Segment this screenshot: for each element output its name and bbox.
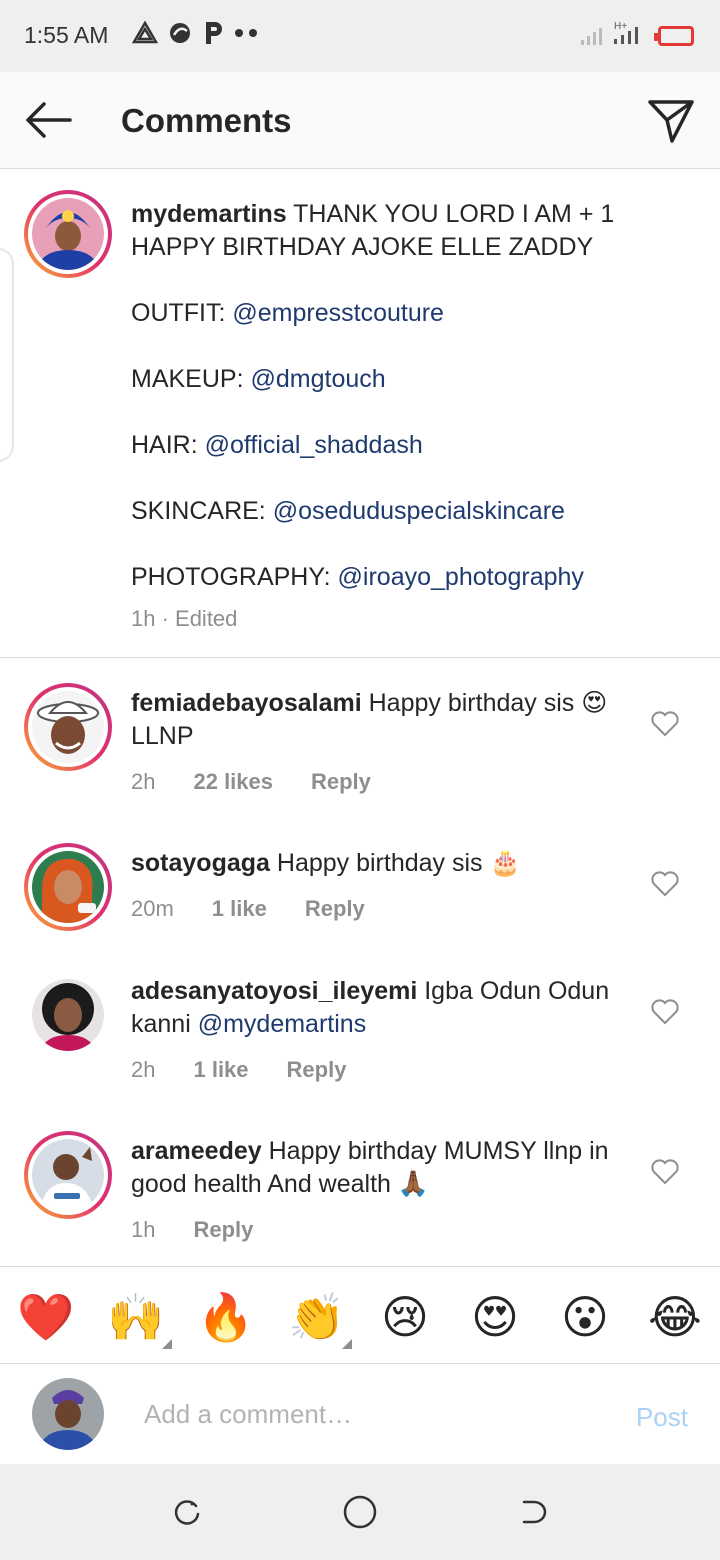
system-nav-bar: [0, 1464, 720, 1560]
skincare-mention[interactable]: @oseduduspecialskincare: [273, 497, 565, 525]
comment-username[interactable]: adesanyatoyosi_ileyemi: [131, 977, 417, 1005]
skin-tone-caret-icon[interactable]: [162, 1339, 172, 1349]
comment-time: 1h: [131, 1217, 156, 1242]
avatar-image: [32, 1378, 104, 1450]
comment-avatar[interactable]: [24, 843, 112, 931]
outfit-mention[interactable]: @empresstcouture: [232, 299, 444, 327]
post-caption: mydemartins THANK YOU LORD I AM + 1 HAPP…: [0, 170, 720, 658]
crying-face-emoji[interactable]: 😢: [377, 1289, 433, 1345]
caption-username[interactable]: mydemartins: [131, 200, 287, 228]
arrow-left-icon: [26, 102, 72, 138]
status-time: 1:55 AM: [24, 22, 109, 48]
reply-button[interactable]: Reply: [311, 769, 371, 795]
comment-mention[interactable]: @mydemartins: [198, 1010, 366, 1038]
swirl-app-icon: [170, 23, 190, 43]
paper-plane-icon: [648, 100, 694, 143]
comment-meta: 2h 1 like Reply: [131, 1057, 346, 1083]
skincare-label: SKINCARE:: [131, 497, 266, 525]
comment-avatar[interactable]: [24, 1131, 112, 1219]
heart-outline-icon[interactable]: [650, 997, 680, 1027]
tears-of-joy-emoji[interactable]: 😂: [647, 1289, 703, 1345]
post-button[interactable]: Post: [636, 1402, 688, 1433]
photography-label: PHOTOGRAPHY:: [131, 563, 331, 591]
battery-low-icon: [654, 26, 694, 46]
comment-text: femiadebayosalami Happy birthday sis 😍 L…: [131, 687, 631, 753]
comment-input[interactable]: [144, 1394, 584, 1434]
comments-header: Comments: [0, 72, 720, 169]
comment-text: arameedey Happy birthday MUMSY llnp in g…: [131, 1135, 631, 1201]
comment-text: sotayogaga Happy birthday sis 🎂: [131, 847, 631, 880]
status-bar: 1:55 AM H+: [0, 0, 720, 72]
heart-outline-icon[interactable]: [650, 709, 680, 739]
comment-meta: 2h 22 likes Reply: [131, 769, 371, 795]
raised-hands-emoji[interactable]: 🙌: [107, 1289, 164, 1345]
caption-timestamp: 1h · Edited: [131, 606, 238, 631]
comment-time: 2h: [131, 769, 156, 794]
page-title: Comments: [121, 102, 292, 139]
comment-username[interactable]: arameedey: [131, 1137, 262, 1165]
emoji-reaction-bar: ❤️ 🙌 🔥 👏 😢 😍 😮 😂: [0, 1266, 720, 1364]
avatar-image: [32, 691, 104, 763]
recents-button[interactable]: [166, 1492, 206, 1532]
comment-meta: 20m 1 like Reply: [131, 896, 365, 922]
hair-mention[interactable]: @official_shaddash: [205, 431, 423, 459]
avatar-image: [32, 979, 104, 1051]
skin-tone-caret-icon[interactable]: [342, 1339, 352, 1349]
fire-emoji[interactable]: 🔥: [197, 1289, 254, 1345]
surprised-face-emoji[interactable]: 😮: [557, 1289, 613, 1345]
current-user-avatar: [32, 1378, 104, 1450]
comment-time: 20m: [131, 896, 174, 921]
comment-username[interactable]: sotayogaga: [131, 849, 270, 877]
share-button[interactable]: [646, 96, 696, 146]
caption-avatar[interactable]: [24, 190, 112, 278]
reply-button[interactable]: Reply: [193, 1217, 253, 1243]
comment-likes[interactable]: 1 like: [212, 896, 267, 922]
recents-icon: [174, 1500, 200, 1525]
comment-avatar[interactable]: [32, 979, 104, 1051]
comment-meta: 1h Reply: [131, 1217, 253, 1243]
photography-mention[interactable]: @iroayo_photography: [338, 563, 584, 591]
heart-eyes-emoji[interactable]: 😍: [467, 1289, 523, 1345]
makeup-mention[interactable]: @dmgtouch: [250, 365, 385, 393]
comment-text: adesanyatoyosi_ileyemi Igba Odun Odun ka…: [131, 975, 631, 1041]
add-comment-bar: Post: [0, 1364, 720, 1464]
more-dots-icon: [235, 29, 257, 37]
signal-hplus-icon: H+: [614, 21, 638, 44]
signal-weak-icon: [581, 28, 602, 45]
clapping-hands-emoji[interactable]: 👏: [288, 1289, 345, 1345]
heart-emoji[interactable]: ❤️: [17, 1289, 74, 1345]
comment-body: Happy birthday sis 🎂: [276, 849, 521, 877]
status-system-icons: H+: [580, 20, 694, 46]
avatar-image: [32, 851, 104, 923]
status-notification-icons: [132, 20, 260, 46]
triangle-app-icon: [132, 20, 158, 44]
reply-button[interactable]: Reply: [305, 896, 365, 922]
comment-likes[interactable]: 1 like: [193, 1057, 248, 1083]
p-app-icon: [206, 22, 222, 44]
back-nav-button[interactable]: [514, 1492, 554, 1532]
outfit-label: OUTFIT:: [131, 299, 226, 327]
makeup-label: MAKEUP:: [131, 365, 244, 393]
avatar-image: [32, 1139, 104, 1211]
comment-username[interactable]: femiadebayosalami: [131, 689, 362, 717]
comment-avatar[interactable]: [24, 683, 112, 771]
comment-time: 2h: [131, 1057, 156, 1082]
heart-outline-icon[interactable]: [650, 869, 680, 899]
heart-outline-icon[interactable]: [650, 1157, 680, 1187]
back-nav-icon: [522, 1500, 547, 1524]
reply-button[interactable]: Reply: [287, 1057, 347, 1083]
back-button[interactable]: [20, 96, 76, 144]
home-button[interactable]: [340, 1492, 380, 1532]
network-type-label: H+: [614, 21, 627, 32]
hair-label: HAIR:: [131, 431, 198, 459]
comment-likes[interactable]: 22 likes: [193, 769, 273, 795]
home-circle-icon: [343, 1495, 377, 1529]
caption-text: mydemartins THANK YOU LORD I AM + 1 HAPP…: [131, 198, 671, 627]
avatar-image: [32, 198, 104, 270]
